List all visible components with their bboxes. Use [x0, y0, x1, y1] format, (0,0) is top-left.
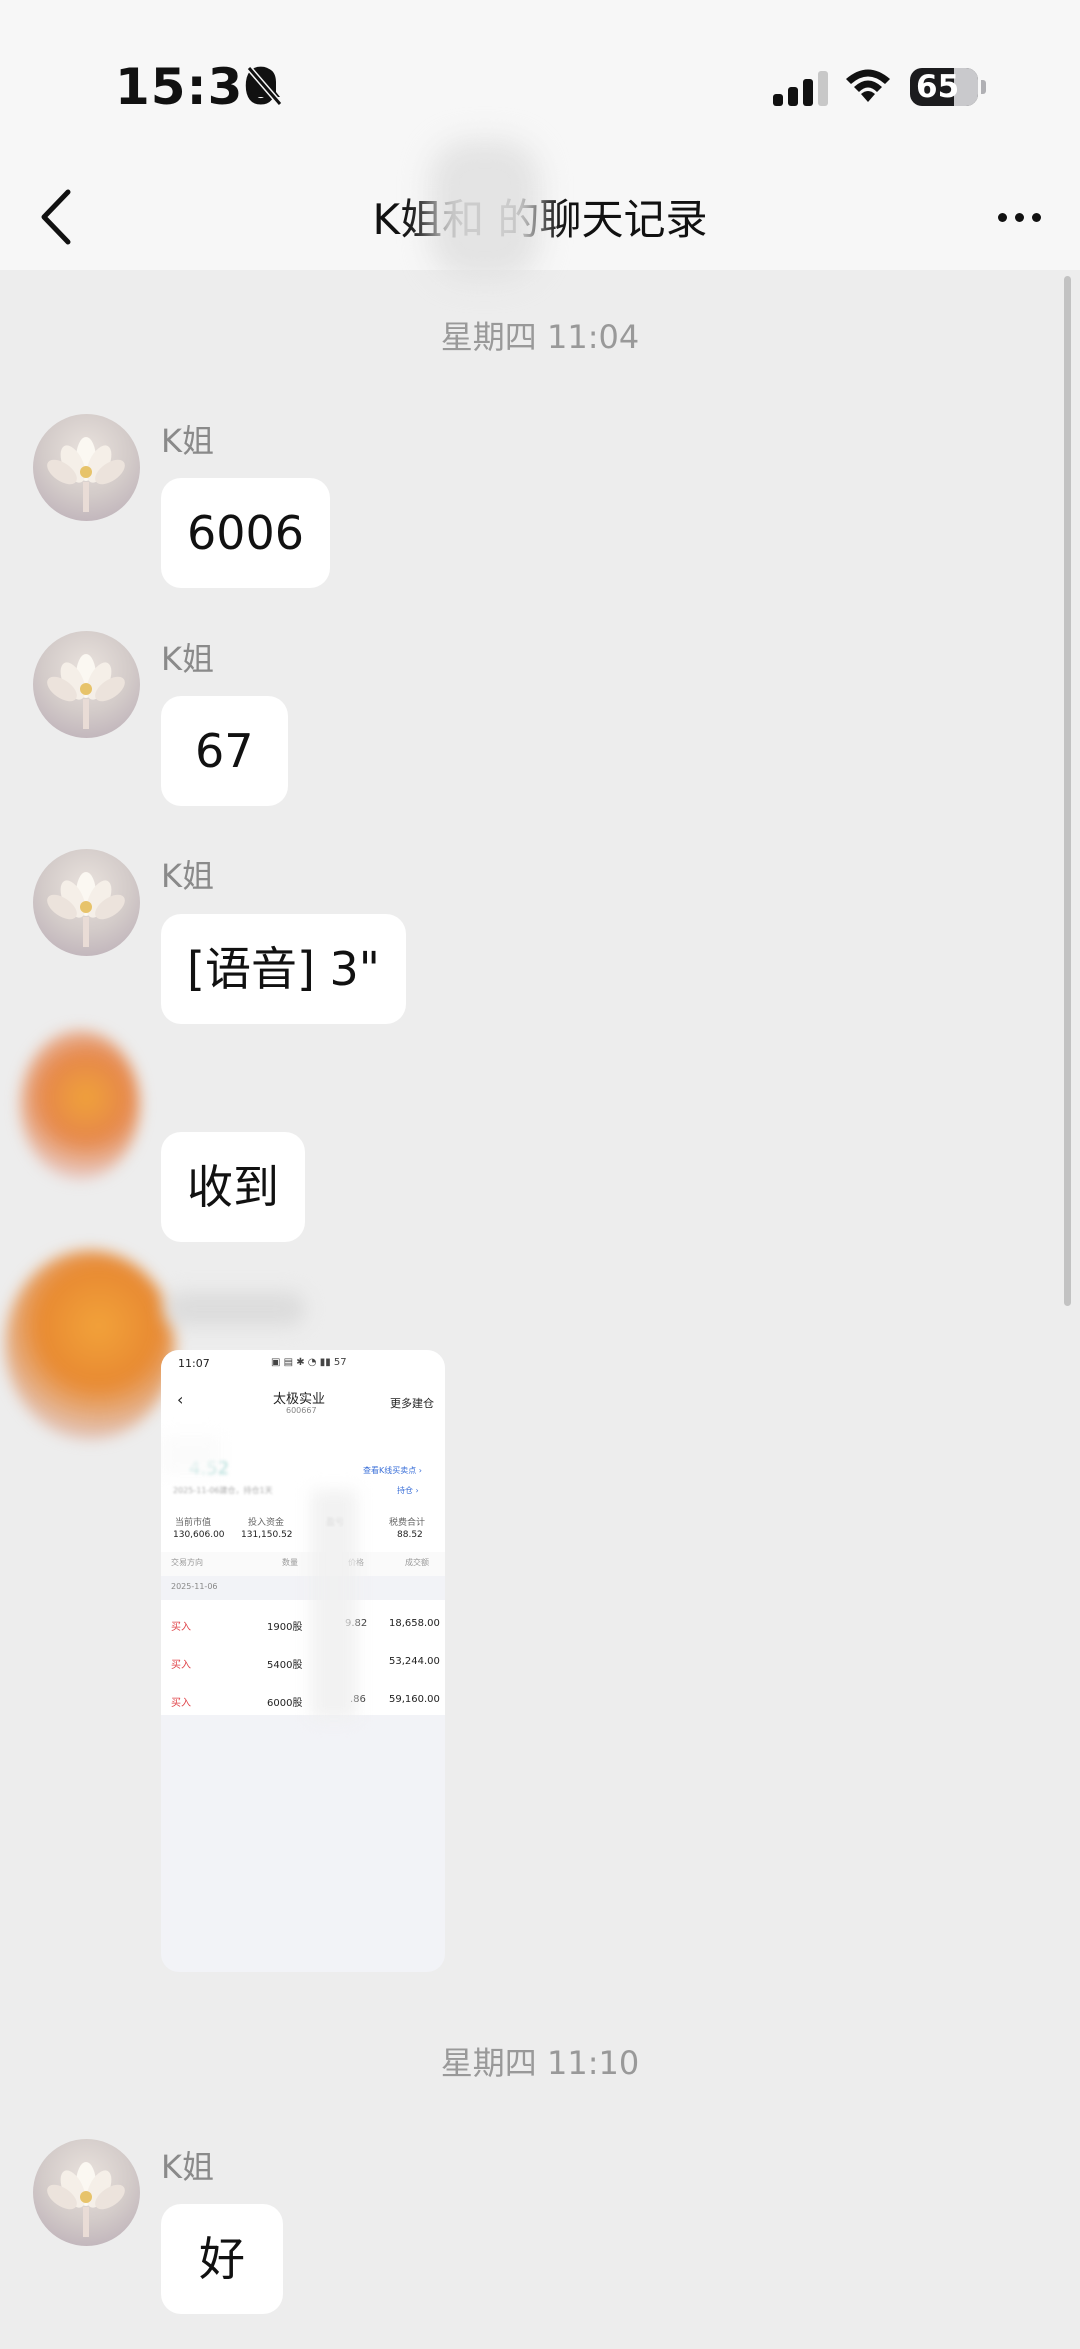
- lotus-avatar-icon: [47, 437, 125, 512]
- bell-muted-icon: [246, 66, 283, 106]
- avatar-blurred[interactable]: [20, 1030, 140, 1180]
- lotus-avatar-icon: [47, 2162, 125, 2237]
- redaction-blur: [165, 1292, 305, 1326]
- shot-back-icon: ‹: [177, 1390, 184, 1409]
- cellular-signal-icon: [773, 71, 828, 106]
- lotus-avatar-icon: [47, 872, 125, 947]
- scrollbar[interactable]: [1064, 276, 1071, 1306]
- message-bubble[interactable]: 好: [161, 2204, 283, 2314]
- more-options-icon[interactable]: [990, 203, 1050, 233]
- battery-level: 65: [916, 69, 960, 105]
- back-arrow-icon[interactable]: [30, 180, 90, 255]
- avatar[interactable]: [33, 849, 140, 956]
- shot-more: 更多建仓: [390, 1397, 434, 1410]
- timestamp: 星期四 11:04: [440, 318, 640, 356]
- avatar[interactable]: [33, 2139, 140, 2246]
- redaction-blur: [161, 1435, 221, 1475]
- shot-date-note: 2025-11-06建仓，持仓1天: [173, 1486, 273, 1495]
- wifi-icon: [846, 69, 890, 102]
- status-bar: 15:30 65: [0, 0, 1080, 165]
- message-bubble[interactable]: 67: [161, 696, 288, 806]
- shot-sub-link: 持仓 ›: [397, 1486, 419, 1495]
- sender-name: K姐: [161, 640, 214, 678]
- redaction-blur: [311, 1490, 357, 1720]
- image-message[interactable]: 11:07 ▣ ▤ ✱ ◔ ▮▮ 57 ‹ 太极实业 600667 更多建仓 4…: [161, 1350, 445, 1972]
- lotus-avatar-icon: [47, 654, 125, 729]
- avatar-blurred[interactable]: [5, 1250, 175, 1440]
- sender-name: K姐: [161, 422, 214, 460]
- redaction-blur: [430, 140, 540, 280]
- voice-message-bubble[interactable]: [语音] 3": [161, 914, 406, 1024]
- sender-name: K姐: [161, 857, 214, 895]
- shot-code: 600667: [286, 1406, 317, 1415]
- nav-bar: K姐和 的聊天记录: [0, 165, 1080, 270]
- battery-icon: 65: [910, 68, 978, 106]
- avatar[interactable]: [33, 414, 140, 521]
- page-title: K姐和 的聊天记录: [372, 195, 708, 244]
- shot-time: 11:07: [178, 1357, 210, 1370]
- message-bubble[interactable]: 收到: [161, 1132, 305, 1242]
- timestamp: 星期四 11:10: [440, 2044, 640, 2082]
- sender-name: K姐: [161, 2148, 214, 2186]
- message-bubble[interactable]: 6006: [161, 478, 331, 588]
- shot-link: 查看K线买卖点 ›: [363, 1466, 422, 1475]
- avatar[interactable]: [33, 631, 140, 738]
- shot-title: 太极实业: [273, 1392, 326, 1407]
